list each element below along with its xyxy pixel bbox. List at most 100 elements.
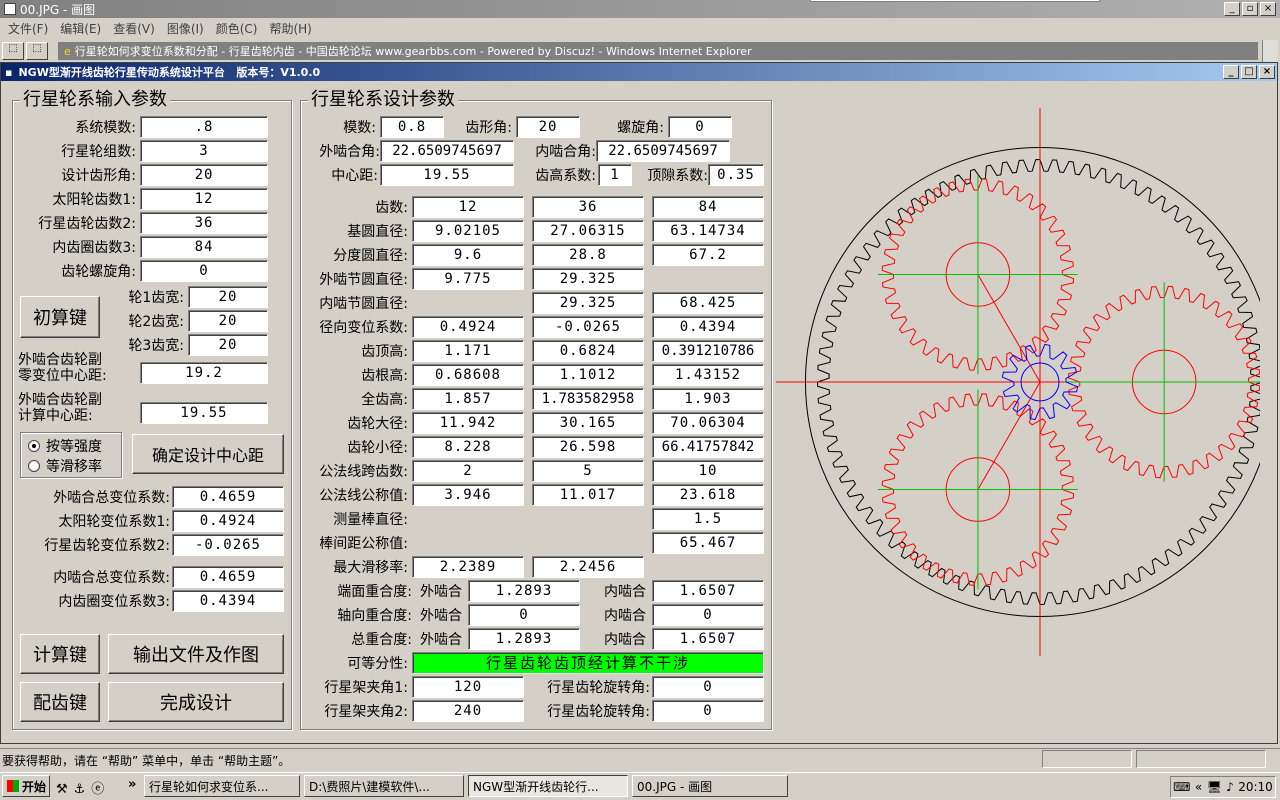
input-field[interactable]: 84 [140, 236, 268, 258]
ext-zero-center-field[interactable]: 19.2 [140, 362, 268, 384]
planet-rotation-field[interactable]: 0 [652, 676, 764, 698]
design-cell[interactable]: 70.06304 [652, 412, 764, 434]
radio-equal-slip[interactable]: 等滑移率 [28, 456, 102, 476]
design-cell[interactable]: 0.68608 [412, 364, 524, 386]
overlap-ext-field[interactable]: 0 [468, 604, 580, 626]
design-cell[interactable]: 23.618 [652, 484, 764, 506]
tooth-angle-field[interactable]: 20 [516, 116, 580, 138]
design-cell[interactable]: 84 [652, 196, 764, 218]
design-cell[interactable]: 29.325 [532, 292, 644, 314]
finish-button[interactable]: 完成设计 [108, 682, 284, 722]
start-button[interactable]: 开始 [2, 775, 50, 797]
app-maximize-button[interactable]: □ [1241, 65, 1257, 79]
width-field[interactable]: 20 [188, 310, 268, 332]
design-cell[interactable]: 10 [652, 460, 764, 482]
design-cell[interactable]: 11.942 [412, 412, 524, 434]
design-cell[interactable]: 2.2456 [532, 556, 644, 578]
helix-angle-field[interactable]: 0 [668, 116, 732, 138]
compute-button[interactable]: 计算键 [20, 634, 100, 674]
design-cell[interactable]: 0.6824 [532, 340, 644, 362]
coef-field[interactable]: 0.4924 [172, 510, 284, 532]
modulus-field[interactable]: 0.8 [380, 116, 444, 138]
menu-item-2[interactable]: 查看(V) [113, 20, 155, 37]
overlap-ext-field[interactable]: 1.2893 [468, 628, 580, 650]
design-cell[interactable]: 11.017 [532, 484, 644, 506]
design-cell[interactable]: 8.228 [412, 436, 524, 458]
design-cell[interactable]: 3.946 [412, 484, 524, 506]
design-cell[interactable]: 0.391210786 [652, 340, 764, 362]
design-cell[interactable]: 30.165 [532, 412, 644, 434]
design-cell[interactable]: 1.1012 [532, 364, 644, 386]
coef-field[interactable]: 0.4659 [172, 486, 284, 508]
overlap-ext-field[interactable]: 1.2893 [468, 580, 580, 602]
overlap-int-field[interactable]: 1.6507 [652, 580, 764, 602]
width-field[interactable]: 20 [188, 334, 268, 356]
design-cell[interactable]: -0.0265 [532, 316, 644, 338]
select-tool-icon[interactable]: ⬚ [2, 42, 24, 60]
design-cell[interactable]: 9.6 [412, 244, 524, 266]
chevron-icon[interactable]: » [128, 777, 136, 792]
maximize-button[interactable]: ▫ [1242, 2, 1258, 16]
input-field[interactable]: 20 [140, 164, 268, 186]
quicklaunch-icons[interactable]: ⚒⚓ⓔ [56, 778, 110, 797]
coef-field[interactable]: 0.4394 [172, 590, 284, 612]
input-field[interactable]: 0 [140, 260, 268, 282]
design-cell[interactable]: 27.06315 [532, 220, 644, 242]
carrier-angle-field[interactable]: 120 [412, 676, 524, 698]
carrier-angle-field[interactable]: 240 [412, 700, 524, 722]
close-button[interactable]: × [1260, 2, 1276, 16]
confirm-center-button[interactable]: 确定设计中心距 [132, 434, 284, 474]
width-field[interactable]: 20 [188, 286, 268, 308]
int-mesh-angle-field[interactable]: 22.6509745697 [596, 140, 730, 162]
design-cell[interactable]: 67.2 [652, 244, 764, 266]
app-minimize-button[interactable]: _ [1223, 65, 1239, 79]
design-cell[interactable]: 68.425 [652, 292, 764, 314]
tray-expand-icon[interactable]: « [1195, 780, 1202, 794]
design-cell[interactable]: 66.41757842 [652, 436, 764, 458]
design-cell[interactable]: 2.2389 [412, 556, 524, 578]
radio-equal-strength[interactable]: 按等强度 [28, 436, 102, 456]
design-cell[interactable]: 1.5 [652, 508, 764, 530]
output-button[interactable]: 输出文件及作图 [108, 634, 284, 674]
design-cell[interactable]: 12 [412, 196, 524, 218]
design-cell[interactable]: 65.467 [652, 532, 764, 554]
design-cell[interactable]: 5 [532, 460, 644, 482]
taskbar-item-0[interactable]: 行星轮如何求变位系... [144, 775, 300, 797]
input-field[interactable]: 3 [140, 140, 268, 162]
taskbar-item-2[interactable]: NGW型渐开线齿轮行... [468, 775, 628, 797]
design-cell[interactable]: 0.4924 [412, 316, 524, 338]
menu-item-0[interactable]: 文件(F) [8, 20, 48, 37]
initial-calc-button[interactable]: 初算键 [20, 296, 100, 338]
minimize-button[interactable]: _ [1224, 2, 1240, 16]
input-field[interactable]: 12 [140, 188, 268, 210]
overlap-int-field[interactable]: 0 [652, 604, 764, 626]
menu-item-5[interactable]: 帮助(H) [269, 20, 311, 37]
design-cell[interactable]: 28.8 [532, 244, 644, 266]
design-cell[interactable]: 63.14734 [652, 220, 764, 242]
coef-field[interactable]: -0.0265 [172, 534, 284, 556]
input-field[interactable]: 36 [140, 212, 268, 234]
overlap-int-field[interactable]: 1.6507 [652, 628, 764, 650]
design-cell[interactable]: 29.325 [532, 268, 644, 290]
design-cell[interactable]: 2 [412, 460, 524, 482]
planet-rotation-field[interactable]: 0 [652, 700, 764, 722]
addendum-coef-field[interactable]: 1 [598, 164, 632, 186]
design-cell[interactable]: 26.598 [532, 436, 644, 458]
design-cell[interactable]: 36 [532, 196, 644, 218]
volume-icon[interactable]: ♪ [1226, 780, 1234, 794]
design-cell[interactable]: 1.857 [412, 388, 524, 410]
design-cell[interactable]: 9.775 [412, 268, 524, 290]
design-cell[interactable]: 1.171 [412, 340, 524, 362]
design-cell[interactable]: 0.4394 [652, 316, 764, 338]
coef-field[interactable]: 0.4659 [172, 566, 284, 588]
design-cell[interactable]: 1.783582958 [532, 388, 644, 410]
design-cell[interactable]: 1.43152 [652, 364, 764, 386]
menu-item-3[interactable]: 图像(I) [167, 20, 204, 37]
input-field[interactable]: .8 [140, 116, 268, 138]
match-teeth-button[interactable]: 配齿键 [20, 682, 100, 722]
taskbar-item-3[interactable]: 00.JPG - 画图 [632, 775, 788, 797]
design-cell[interactable]: 9.02105 [412, 220, 524, 242]
ext-mesh-angle-field[interactable]: 22.6509745697 [380, 140, 514, 162]
rect-select-tool-icon[interactable]: ⬚ [26, 42, 48, 60]
center-distance-field[interactable]: 19.55 [380, 164, 514, 186]
